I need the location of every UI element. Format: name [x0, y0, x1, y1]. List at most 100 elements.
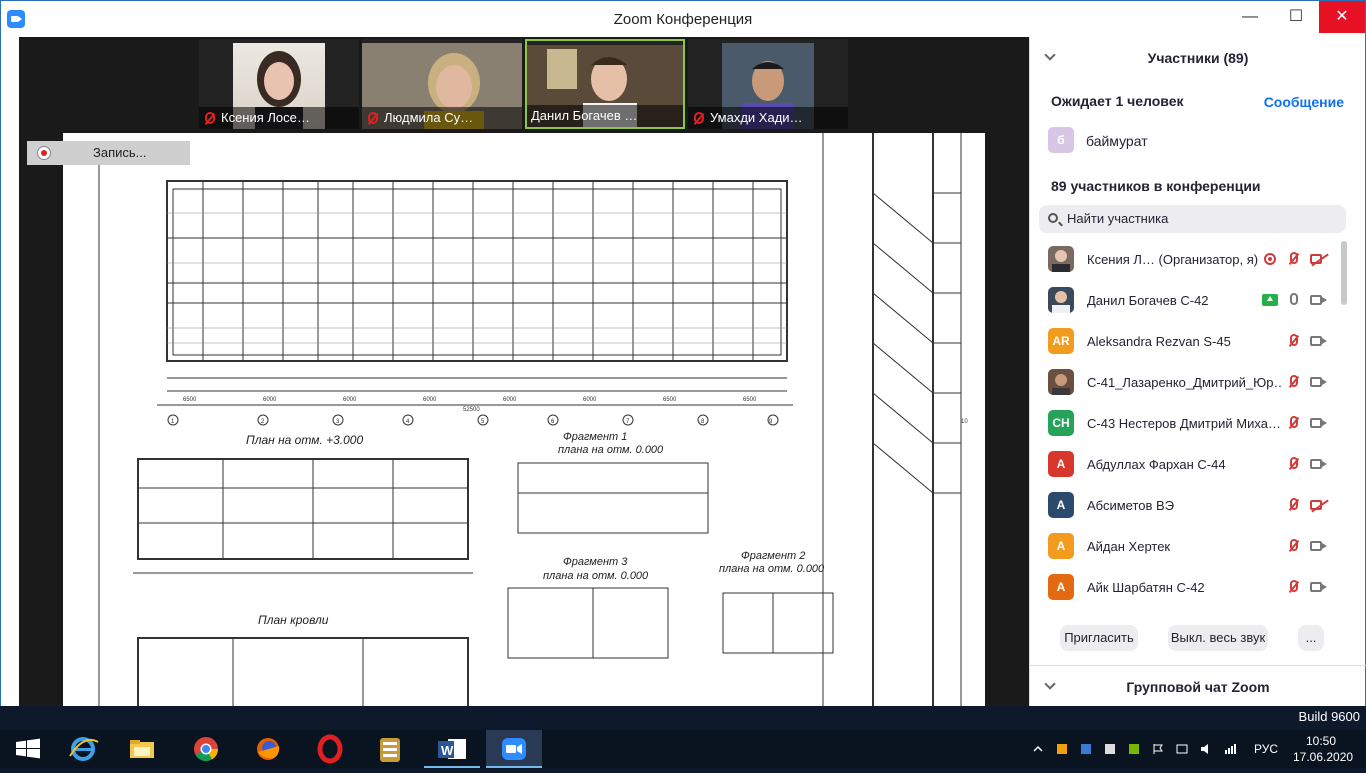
- participant-row[interactable]: CH С-43 Нестеров Дмитрий Миха…: [1030, 403, 1350, 444]
- chevron-down-icon[interactable]: [1044, 678, 1056, 690]
- word-icon[interactable]: W: [424, 730, 480, 768]
- participant-row[interactable]: AR Aleksandra Rezvan S-45: [1030, 321, 1350, 362]
- opera-icon[interactable]: [302, 730, 358, 768]
- drawing-label-fragment-3: Фрагмент 3: [563, 556, 628, 568]
- shared-screen-area: План на отм. +3.000 Фрагмент 1 плана на …: [19, 37, 1029, 707]
- search-icon: [1048, 213, 1058, 223]
- mic-muted-icon[interactable]: [1286, 333, 1302, 349]
- participant-name: Айдан Хертек: [1087, 539, 1171, 554]
- tray-app-icon[interactable]: [1176, 742, 1188, 754]
- chrome-icon[interactable]: [178, 730, 234, 768]
- floor-plan-drawing: План на отм. +3.000 Фрагмент 1 плана на …: [98, 133, 968, 707]
- camera-icon[interactable]: [1310, 374, 1327, 390]
- taskbar-clock[interactable]: 10:50 17.06.2020: [1293, 733, 1354, 765]
- internet-explorer-icon[interactable]: [56, 730, 112, 768]
- video-thumbnail[interactable]: Ксения Лосе…: [199, 39, 359, 129]
- scrollbar-thumb[interactable]: [1341, 241, 1347, 305]
- participant-name: Ксения Л… (Организатор, я): [1087, 252, 1259, 267]
- keyboard-language[interactable]: РУС: [1254, 742, 1278, 756]
- thumbnail-name: Данил Богачев …: [531, 108, 638, 123]
- close-button[interactable]: ✕: [1319, 1, 1365, 33]
- zoom-taskbar-icon[interactable]: [486, 730, 542, 768]
- camera-icon[interactable]: [1310, 333, 1327, 349]
- search-placeholder: Найти участника: [1067, 211, 1169, 226]
- flag-icon[interactable]: [1152, 742, 1164, 754]
- mic-muted-icon[interactable]: [1286, 497, 1302, 513]
- participant-list-scrollbar[interactable]: [1341, 239, 1347, 609]
- taskbar: W РУС 10:50 17.06.2020: [0, 730, 1366, 768]
- camera-off-icon[interactable]: [1310, 497, 1326, 513]
- start-button[interactable]: [0, 730, 56, 768]
- windows-build-label: Build 9600: [1298, 709, 1360, 724]
- drawing-label-fragment-1: Фрагмент 1: [563, 431, 627, 443]
- window-title: Zoom Конференция: [613, 11, 753, 28]
- drawing-label-fragment-3-sub: плана на отм. 0.000: [543, 570, 649, 582]
- drawing-label-fragment-1-sub: плана на отм. 0.000: [558, 444, 664, 456]
- avatar: б: [1048, 127, 1074, 153]
- avatar: А: [1048, 451, 1074, 477]
- firefox-icon[interactable]: [240, 730, 296, 768]
- avatar: А: [1048, 533, 1074, 559]
- camera-icon[interactable]: [1310, 579, 1327, 595]
- mute-all-button[interactable]: Выкл. весь звук: [1168, 625, 1268, 651]
- volume-icon[interactable]: [1200, 742, 1212, 754]
- participant-row[interactable]: С-41_Лазаренко_Дмитрий_Юр…: [1030, 362, 1350, 403]
- mic-muted-icon: [694, 112, 704, 124]
- video-thumbnail[interactable]: Людмила Су…: [362, 39, 522, 129]
- drawing-axis: 4: [406, 419, 410, 425]
- drawing-dim: 6500: [183, 397, 197, 403]
- group-chat-header[interactable]: Групповой чат Zoom: [1030, 665, 1366, 707]
- mic-muted-icon[interactable]: [1286, 538, 1302, 554]
- participant-name: С-41_Лазаренко_Дмитрий_Юр…: [1087, 375, 1282, 390]
- clock-date: 17.06.2020: [1293, 750, 1354, 764]
- camera-icon[interactable]: [1310, 415, 1327, 431]
- chevron-down-icon[interactable]: [1044, 49, 1056, 61]
- participant-row[interactable]: А Айдан Хертек: [1030, 526, 1350, 567]
- avatar: AR: [1048, 328, 1074, 354]
- participant-row[interactable]: Данил Богачев С-42: [1030, 280, 1350, 321]
- participant-row[interactable]: Ксения Л… (Организатор, я): [1030, 239, 1350, 280]
- tray-app-icon[interactable]: [1104, 742, 1116, 754]
- archive-icon[interactable]: [362, 730, 418, 768]
- more-options-button[interactable]: ...: [1298, 625, 1324, 651]
- tray-app-icon[interactable]: [1056, 742, 1068, 754]
- recording-indicator[interactable]: Запись...: [27, 141, 190, 165]
- drawing-axis: 10: [961, 419, 968, 425]
- participant-row[interactable]: А Абсиметов ВЭ: [1030, 485, 1350, 526]
- message-button[interactable]: Сообщение: [1264, 94, 1344, 110]
- mic-muted-icon: [368, 112, 378, 124]
- network-icon[interactable]: [1224, 742, 1236, 754]
- mic-muted-icon[interactable]: [1286, 456, 1302, 472]
- tray-app-icon[interactable]: [1080, 742, 1092, 754]
- invite-button[interactable]: Пригласить: [1060, 625, 1138, 651]
- camera-icon[interactable]: [1310, 538, 1327, 554]
- mic-icon[interactable]: [1286, 292, 1302, 308]
- maximize-button[interactable]: ☐: [1273, 1, 1319, 33]
- file-explorer-icon[interactable]: [114, 730, 170, 768]
- video-thumbnail-active-speaker[interactable]: Данил Богачев …: [525, 39, 685, 129]
- camera-icon[interactable]: [1310, 292, 1327, 308]
- video-thumbnail[interactable]: Умахди Хади…: [688, 39, 848, 129]
- drawing-dim: 6000: [583, 397, 597, 403]
- participant-list: Ксения Л… (Организатор, я) Данил Богачев…: [1030, 239, 1350, 609]
- mic-muted-icon[interactable]: [1286, 251, 1302, 267]
- participant-row[interactable]: А Абдуллах Фархан С-44: [1030, 444, 1350, 485]
- participant-search-input[interactable]: Найти участника: [1039, 205, 1346, 233]
- drawing-axis: 6: [551, 419, 555, 425]
- drawing-label-fragment-2-sub: плана на отм. 0.000: [719, 563, 825, 575]
- record-icon: [37, 146, 51, 160]
- tray-expand-icon[interactable]: [1032, 742, 1044, 754]
- camera-icon[interactable]: [1310, 456, 1327, 472]
- in-conference-title: 89 участников в конференции: [1051, 178, 1261, 194]
- group-chat-title: Групповой чат Zoom: [1126, 679, 1270, 695]
- mic-muted-icon[interactable]: [1286, 579, 1302, 595]
- mic-muted-icon[interactable]: [1286, 415, 1302, 431]
- participant-row[interactable]: А Айк Шарбатян С-42: [1030, 567, 1350, 608]
- camera-off-icon[interactable]: [1310, 251, 1326, 267]
- drawing-axis: 3: [336, 419, 340, 425]
- drawing-axis: 8: [701, 419, 705, 425]
- nvidia-icon[interactable]: [1128, 742, 1140, 754]
- thumbnail-name: Ксения Лосе…: [221, 110, 310, 125]
- mic-muted-icon[interactable]: [1286, 374, 1302, 390]
- minimize-button[interactable]: —: [1227, 1, 1273, 33]
